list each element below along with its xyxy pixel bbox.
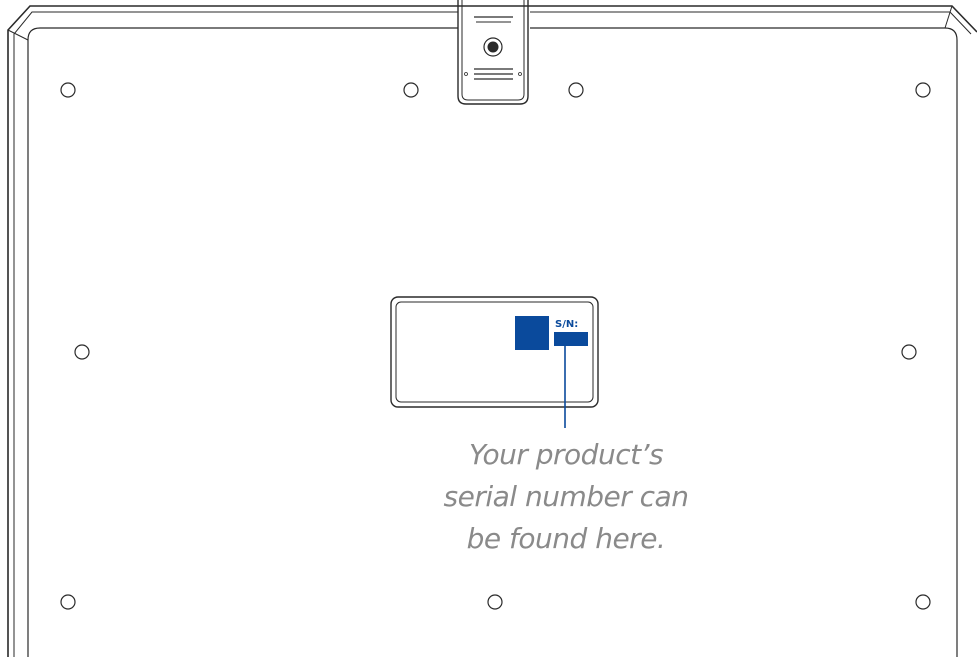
bevel-line-top-left [7, 29, 29, 41]
qr-code-block [515, 316, 549, 350]
hinge-pin-left-icon [464, 72, 468, 76]
chassis-bevel-corner-right [530, 11, 972, 35]
serial-number-field [554, 332, 588, 346]
screw-hole-icon [915, 82, 931, 98]
caption-line-3: be found here. [466, 522, 666, 555]
screw-hole-icon [487, 594, 503, 610]
caption-line-2: serial number can [443, 480, 689, 513]
screw-hole-icon [60, 594, 76, 610]
serial-number-prefix: S/N: [555, 319, 578, 330]
screw-hole-icon [74, 344, 90, 360]
caption-line-1: Your product’s [468, 438, 664, 471]
screw-hole-icon [60, 82, 76, 98]
label-plate-inner [395, 301, 594, 403]
screw-hole-icon [901, 344, 917, 360]
chassis-inner-edge [27, 27, 958, 657]
label-plate-outer [390, 296, 599, 408]
product-label-plate [390, 296, 599, 408]
hinge-tab [457, 0, 529, 105]
screw-hole-icon [568, 82, 584, 98]
bevel-line-top-right [944, 5, 953, 29]
hinge-pin-right-icon [518, 72, 522, 76]
serial-number-caption: Your product’s serial number can be foun… [430, 434, 702, 560]
screw-hole-icon [915, 594, 931, 610]
screw-hole-icon [403, 82, 419, 98]
hinge-button-center-icon [487, 41, 499, 53]
